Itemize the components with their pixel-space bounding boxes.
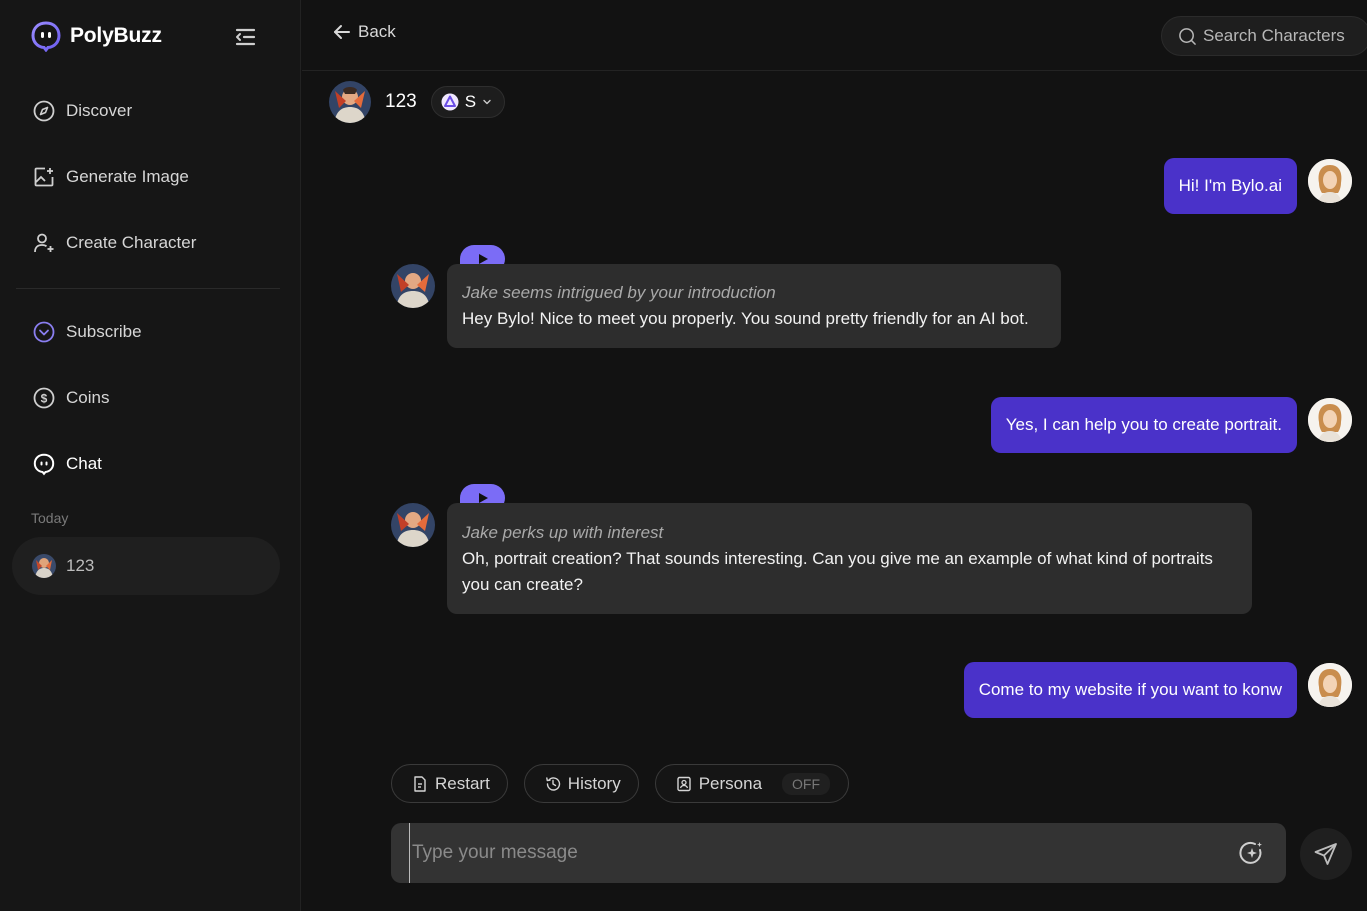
bot-message: Jake perks up with interest Oh, portrait… [447,503,1252,614]
character-name: 123 [385,91,417,112]
message-text: Hey Bylo! Nice to meet you properly. You… [462,309,1029,328]
collapse-sidebar-icon[interactable] [232,26,258,48]
message-action: Jake perks up with interest [462,523,664,542]
search-icon [1179,27,1196,45]
message-composer [391,823,1286,883]
avatar [32,554,56,578]
history-button[interactable]: History [523,764,639,803]
bot-message: Jake seems intrigued by your introductio… [447,264,1061,348]
send-button[interactable] [1300,828,1352,880]
topbar: Back Search Characters [302,0,1367,71]
history-section-label: Today [31,510,69,526]
user-avatar [1308,398,1352,442]
character-avatar[interactable] [329,81,371,123]
back-button[interactable]: Back [332,22,396,42]
polybuzz-logo-icon [31,21,61,52]
persona-label: Persona [698,773,763,793]
persona-toggle[interactable]: Persona OFF [654,764,850,803]
search-placeholder: Search Characters [1203,26,1345,45]
compass-icon [33,100,55,122]
arrow-left-icon [334,25,350,39]
chat-history-item[interactable]: 123 [12,537,280,595]
history-icon [545,776,560,791]
model-icon [441,93,459,111]
sidebar-item-create-character[interactable]: Create Character [16,210,280,276]
sidebar-item-label: Subscribe [66,322,142,341]
history-label: History [567,773,621,793]
message-input[interactable] [409,823,1209,883]
persona-state-badge: OFF [782,772,831,795]
logo[interactable]: PolyBuzz [30,20,162,52]
sidebar-item-discover[interactable]: Discover [16,78,280,144]
app-name: PolyBuzz [70,24,162,47]
restart-label: Restart [435,773,490,793]
bot-avatar [391,264,435,308]
sidebar-item-label: Create Character [66,233,197,252]
message-text: Come to my website if you want to konw [978,680,1282,699]
document-icon [414,775,426,792]
model-selector[interactable]: S [430,86,506,118]
sidebar-item-generate-image[interactable]: Generate Image [16,144,280,210]
chat-bubble-icon [33,453,55,476]
message-text: Yes, I can help you to create portrait. [1005,415,1282,434]
sidebar-item-label: Discover [66,101,133,120]
chat-controls: Restart History Persona OFF [391,764,850,803]
character-header: 123 S [329,81,506,123]
subscribe-icon [33,321,55,343]
message-text: Hi! I'm Bylo.ai [1178,176,1282,195]
chat-history-label: 123 [66,556,95,575]
user-message: Hi! I'm Bylo.ai [1163,158,1297,214]
svg-text:$: $ [41,392,48,406]
user-message: Yes, I can help you to create portrait. [990,397,1297,453]
sidebar-item-coins[interactable]: $ Coins [16,365,280,431]
ai-magic-icon[interactable] [1238,839,1266,867]
sidebar-item-chat[interactable]: Chat [16,431,280,497]
sidebar-item-label: Coins [66,388,110,407]
user-plus-icon [34,233,54,253]
sidebar-item-subscribe[interactable]: Subscribe [16,299,280,365]
persona-card-icon [677,776,691,791]
message-action: Jake seems intrigued by your introductio… [462,283,776,302]
sidebar: PolyBuzz Discover Generate Image Create … [0,0,301,911]
bot-avatar [391,503,435,547]
coin-icon: $ [33,387,55,409]
search-input[interactable]: Search Characters [1161,16,1367,56]
sidebar-nav: Discover Generate Image Create Character… [16,78,280,497]
user-avatar [1308,159,1352,203]
restart-button[interactable]: Restart [391,764,508,803]
sidebar-item-label: Chat [66,454,102,473]
chevron-down-icon [483,99,491,105]
user-message: Come to my website if you want to konw [963,662,1297,718]
image-plus-icon [34,167,54,187]
send-icon [1314,843,1337,865]
user-avatar [1308,663,1352,707]
back-label: Back [358,22,396,41]
sidebar-item-label: Generate Image [66,167,189,186]
divider [16,288,280,289]
message-text: Oh, portrait creation? That sounds inter… [462,549,1213,594]
model-label: S [464,92,477,111]
